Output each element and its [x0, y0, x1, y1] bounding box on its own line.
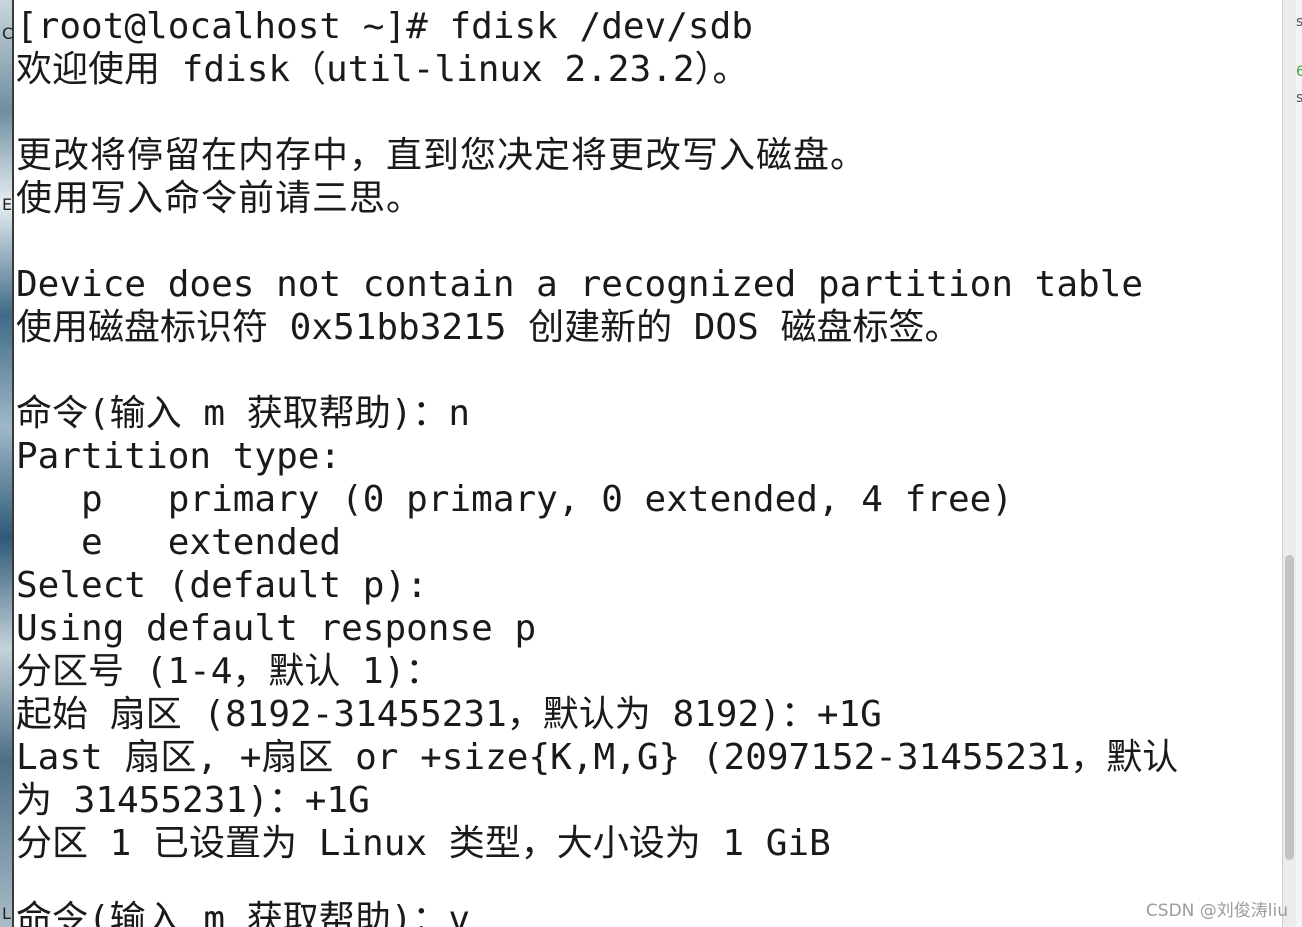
- terminal-line: Select (default p):: [16, 565, 428, 606]
- terminal-line: [root@localhost ~]# fdisk /dev/sdb: [16, 6, 753, 47]
- terminal-line: 起始 扇区 (8192-31455231，默认为 8192)：+1G: [16, 694, 882, 735]
- terminal-line: Using default response p: [16, 608, 537, 649]
- terminal-scrollbar[interactable]: [1282, 0, 1296, 927]
- edge-text: s: [1296, 90, 1302, 106]
- terminal-line: p primary (0 primary, 0 extended, 4 free…: [16, 479, 1013, 520]
- background-window-edge: s 6 s: [1296, 0, 1302, 927]
- edge-text-middle: E: [2, 195, 13, 214]
- terminal-line: Partition type:: [16, 436, 342, 477]
- terminal-line: 命令(输入 m 获取帮助)：v: [16, 899, 471, 927]
- watermark: CSDN @刘俊涛liu: [1145, 901, 1288, 921]
- scrollbar-thumb[interactable]: [1285, 555, 1294, 860]
- terminal-line: 使用写入命令前请三思。: [16, 178, 424, 219]
- desktop-background-strip: C E L: [0, 0, 14, 927]
- terminal-line: 分区号 (1-4，默认 1)：: [16, 651, 442, 692]
- edge-text-bottom: L: [2, 904, 11, 923]
- edge-text-top: C: [2, 24, 14, 43]
- edge-text: s: [1296, 14, 1302, 30]
- terminal-line: Last 扇区, +扇区 or +size{K,M,G} (2097152-31…: [16, 737, 1179, 778]
- terminal-line: Device does not contain a recognized par…: [16, 264, 1144, 305]
- terminal-line: 更改将停留在内存中，直到您决定将更改写入磁盘。: [16, 135, 868, 176]
- terminal-line: e extended: [16, 522, 342, 563]
- edge-text: 6: [1296, 64, 1302, 80]
- terminal-line: 欢迎使用 fdisk（util-linux 2.23.2）。: [16, 49, 749, 90]
- terminal-line: 为 31455231)：+1G: [16, 780, 370, 821]
- terminal-output[interactable]: [root@localhost ~]# fdisk /dev/sdb 欢迎使用 …: [16, 0, 1282, 927]
- terminal-line: 命令(输入 m 获取帮助)：n: [16, 393, 471, 434]
- terminal-line: 分区 1 已设置为 Linux 类型，大小设为 1 GiB: [16, 823, 831, 864]
- terminal-line: 使用磁盘标识符 0x51bb3215 创建新的 DOS 磁盘标签。: [16, 307, 961, 348]
